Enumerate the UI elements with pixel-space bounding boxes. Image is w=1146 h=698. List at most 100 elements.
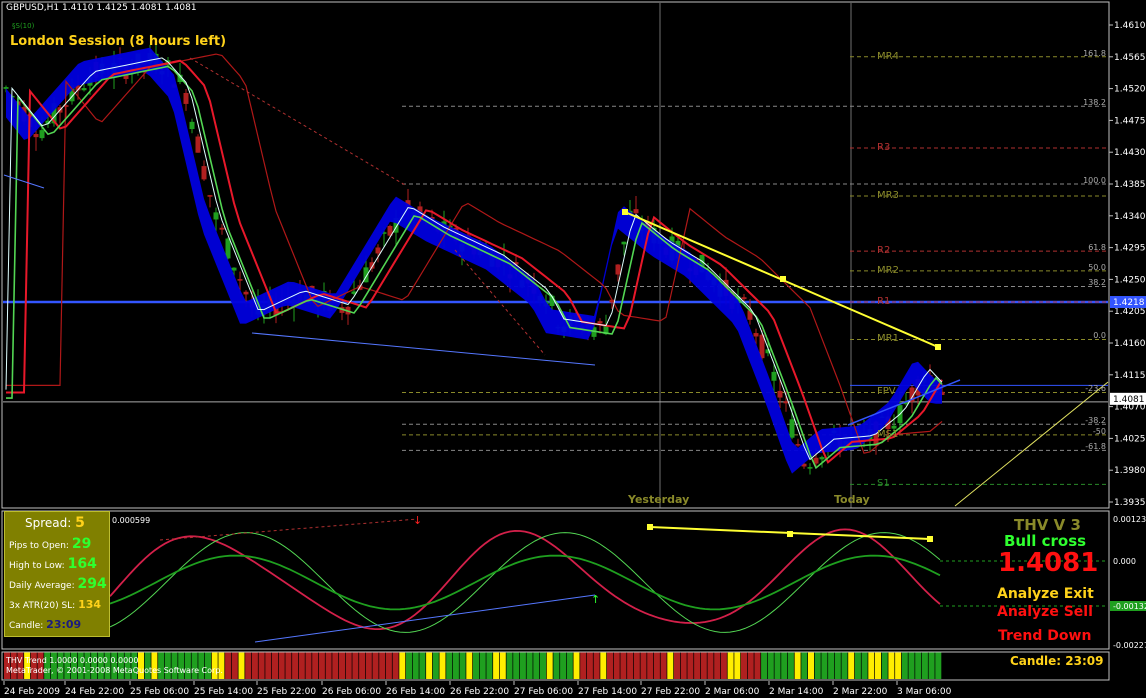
thv-trend-bar [345, 652, 352, 679]
symbol-header: GBPUSD,H1 1.4110 1.4125 1.4081 1.4081 [6, 3, 197, 13]
trend-status: Trend Down [998, 628, 1092, 644]
thv-trend-bar [412, 652, 419, 679]
thv-trend-bar [600, 652, 607, 679]
fib-label: -61.8 [1085, 442, 1106, 452]
thv-trend-bar [285, 652, 292, 679]
time-tick-label: 2 Mar 06:00 [705, 687, 760, 697]
thv-trend-bar [379, 652, 386, 679]
thv-trend-bar [352, 652, 359, 679]
trendline-anchor [780, 276, 786, 282]
candle-body [753, 333, 759, 337]
candle-body [219, 227, 225, 230]
candle-value: 23:09 [46, 618, 82, 631]
price-tick-label: 1.4250 [1114, 275, 1146, 285]
thv-trend-bar [653, 652, 660, 679]
today-label: Today [834, 493, 870, 506]
osc-axis-label: -0.00132 [1113, 602, 1146, 611]
thv-trend-bar [613, 652, 620, 679]
time-tick-label: 25 Feb 22:00 [257, 687, 316, 697]
pips-to-open-value: 29 [71, 536, 92, 552]
thv-trend-bar [439, 652, 446, 679]
trend-lines[interactable] [3, 57, 1109, 507]
thv-trend-bar [265, 652, 272, 679]
thv-trend-bar [292, 652, 299, 679]
candle-body [741, 297, 747, 300]
thv-trend-bar [553, 652, 560, 679]
thv-trend-bar [627, 652, 634, 679]
candle-body [237, 279, 243, 281]
price-tick-label: 1.4520 [1114, 85, 1146, 95]
osc-axis-label: -0.0022754 [1113, 641, 1146, 650]
thv-trend-bar [432, 652, 439, 679]
ribbon-band [6, 47, 942, 474]
thv-trend-bar [573, 652, 580, 679]
fib-label: 61.8 [1088, 243, 1106, 253]
pivot-label: S1 [877, 478, 890, 490]
thv-trend-bar [794, 652, 801, 679]
thv-trend-bar [901, 652, 908, 679]
price-tick-label: 1.4205 [1114, 307, 1146, 317]
thv-trend-bar [915, 652, 922, 679]
time-tick-label: 2 Mar 22:00 [833, 687, 888, 697]
thv-trend-bar [540, 652, 546, 679]
thv-trend-bar [392, 652, 399, 679]
price-tick-label: 1.4475 [1114, 116, 1146, 126]
thv-trend-bar [674, 652, 680, 679]
pivot-label: R1 [877, 296, 891, 307]
bid-price-label: 1.4218 [1113, 298, 1145, 308]
pivot-label: R3 [877, 141, 891, 153]
candle-body [189, 121, 195, 130]
thv-trend-bar [298, 652, 305, 679]
copyright: MetaTrader, © 2001-2008 MetaQuotes Softw… [6, 666, 223, 675]
thv-trend-bar [486, 652, 493, 679]
thv-trend-bar [875, 652, 881, 679]
candle-body [39, 130, 45, 139]
thv-trend-bar [881, 652, 888, 679]
thv-trend-bar [372, 652, 379, 679]
chart-canvas[interactable]: 1.4610 1.4565 1.4520 1.4475 1.4430 1.4385 1.43… [0, 0, 1146, 698]
time-tick-label: 27 Feb 22:00 [641, 687, 700, 697]
thv-trend-bar [272, 652, 278, 679]
pivot-label: MR3 [877, 190, 899, 201]
oscillator-green-slow-line [109, 554, 941, 611]
time-tick-label: 26 Feb 06:00 [322, 687, 381, 697]
price-tick-label: 1.3935 [1114, 498, 1146, 508]
trendline-anchor [622, 209, 628, 215]
thv-trend-bar [841, 652, 848, 679]
thv-candle-label: Candle: [1010, 654, 1062, 668]
time-tick-label: 27 Feb 06:00 [514, 687, 573, 697]
thv-trend-bar [928, 652, 935, 679]
oscillator-panel: ↓ ↑ 0.0012372 0.000 -0.00132 -0.0022754 [109, 514, 1146, 650]
thv-trend-bar [426, 652, 433, 679]
thv-trend-bar [921, 652, 928, 679]
oscillator-anchor [647, 524, 653, 530]
candle-body [201, 166, 207, 180]
thv-trend-bar [687, 652, 694, 679]
thv-trend-bar [466, 652, 473, 679]
thv-trend-bar [238, 652, 245, 679]
candle-body [33, 134, 39, 138]
candle-body [195, 136, 201, 153]
thv-trend-bar [459, 652, 466, 679]
daily-average-label: Daily Average: [9, 581, 75, 591]
oscillator-dotted [159, 518, 419, 541]
thv-trend-bar [506, 652, 513, 679]
fib-label: 100.0 [1083, 176, 1106, 185]
candle-body [597, 321, 603, 324]
candle-body [819, 457, 825, 460]
thv-trend-bar [399, 652, 406, 679]
thv-trend-bar [781, 652, 788, 679]
thv-trend-bar [895, 652, 902, 679]
thv-trend-bar [814, 652, 821, 679]
candle-label: Candle: [9, 621, 44, 631]
thv-trend-bar [808, 652, 814, 679]
candle-body [213, 212, 219, 220]
thv-trend-bar [680, 652, 687, 679]
thv-trend-bar [278, 652, 285, 679]
thv-trend-bar [660, 652, 667, 679]
candle-body [183, 92, 189, 104]
candle-body [789, 419, 795, 438]
thv-trend-bar [774, 652, 781, 679]
candle-body [615, 264, 621, 275]
thv-trend-bar [385, 652, 392, 679]
